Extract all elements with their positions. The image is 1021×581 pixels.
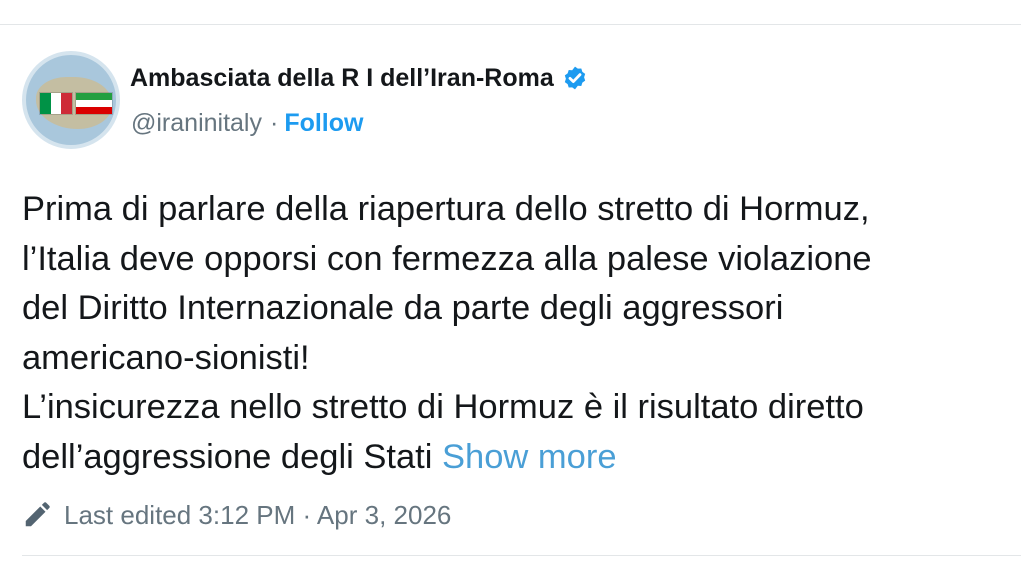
- tweet-text: Prima di parlare della riapertura dello …: [22, 185, 1021, 482]
- tweet-line: del Diritto Internazionale da parte degl…: [22, 289, 784, 327]
- tweet-line: americano-sionisti!: [22, 338, 310, 377]
- tweet-line: Prima di parlare della riapertura dello …: [22, 190, 870, 228]
- edited-timestamp-row[interactable]: Last edited 3:12 PM · Apr 3, 2026: [22, 495, 451, 535]
- edited-text: Last edited 3:12 PM · Apr 3, 2026: [64, 499, 452, 530]
- verified-badge-icon: [564, 66, 585, 90]
- account-handle[interactable]: @iraninitaly: [131, 109, 262, 137]
- handle-row: @iraninitaly · Follow: [131, 109, 363, 138]
- author-name-row: Ambasciata della R I dell’Iran-Roma: [130, 61, 588, 95]
- tweet-line: dell’aggressione degli Stati: [22, 437, 433, 476]
- tweet-line-last: dell’aggressione degli Stati Show more: [22, 433, 1021, 483]
- tweet-line: L’insicurezza nello stretto di Hormuz è …: [22, 388, 864, 426]
- separator-dot: ·: [269, 109, 279, 137]
- pencil-icon: [25, 502, 50, 527]
- divider: [22, 555, 1021, 556]
- follow-button[interactable]: Follow: [284, 109, 363, 137]
- italy-flag-icon: [40, 93, 73, 114]
- tweet-card: Ambasciata della R I dell’Iran-Roma @ira…: [0, 24, 1021, 581]
- show-more-link[interactable]: Show more: [442, 438, 617, 476]
- avatar[interactable]: [22, 51, 120, 149]
- display-name[interactable]: Ambasciata della R I dell’Iran-Roma: [130, 64, 554, 93]
- iran-flag-icon: [76, 93, 112, 114]
- tweet-line: l’Italia deve opporsi con fermezza alla …: [22, 239, 872, 278]
